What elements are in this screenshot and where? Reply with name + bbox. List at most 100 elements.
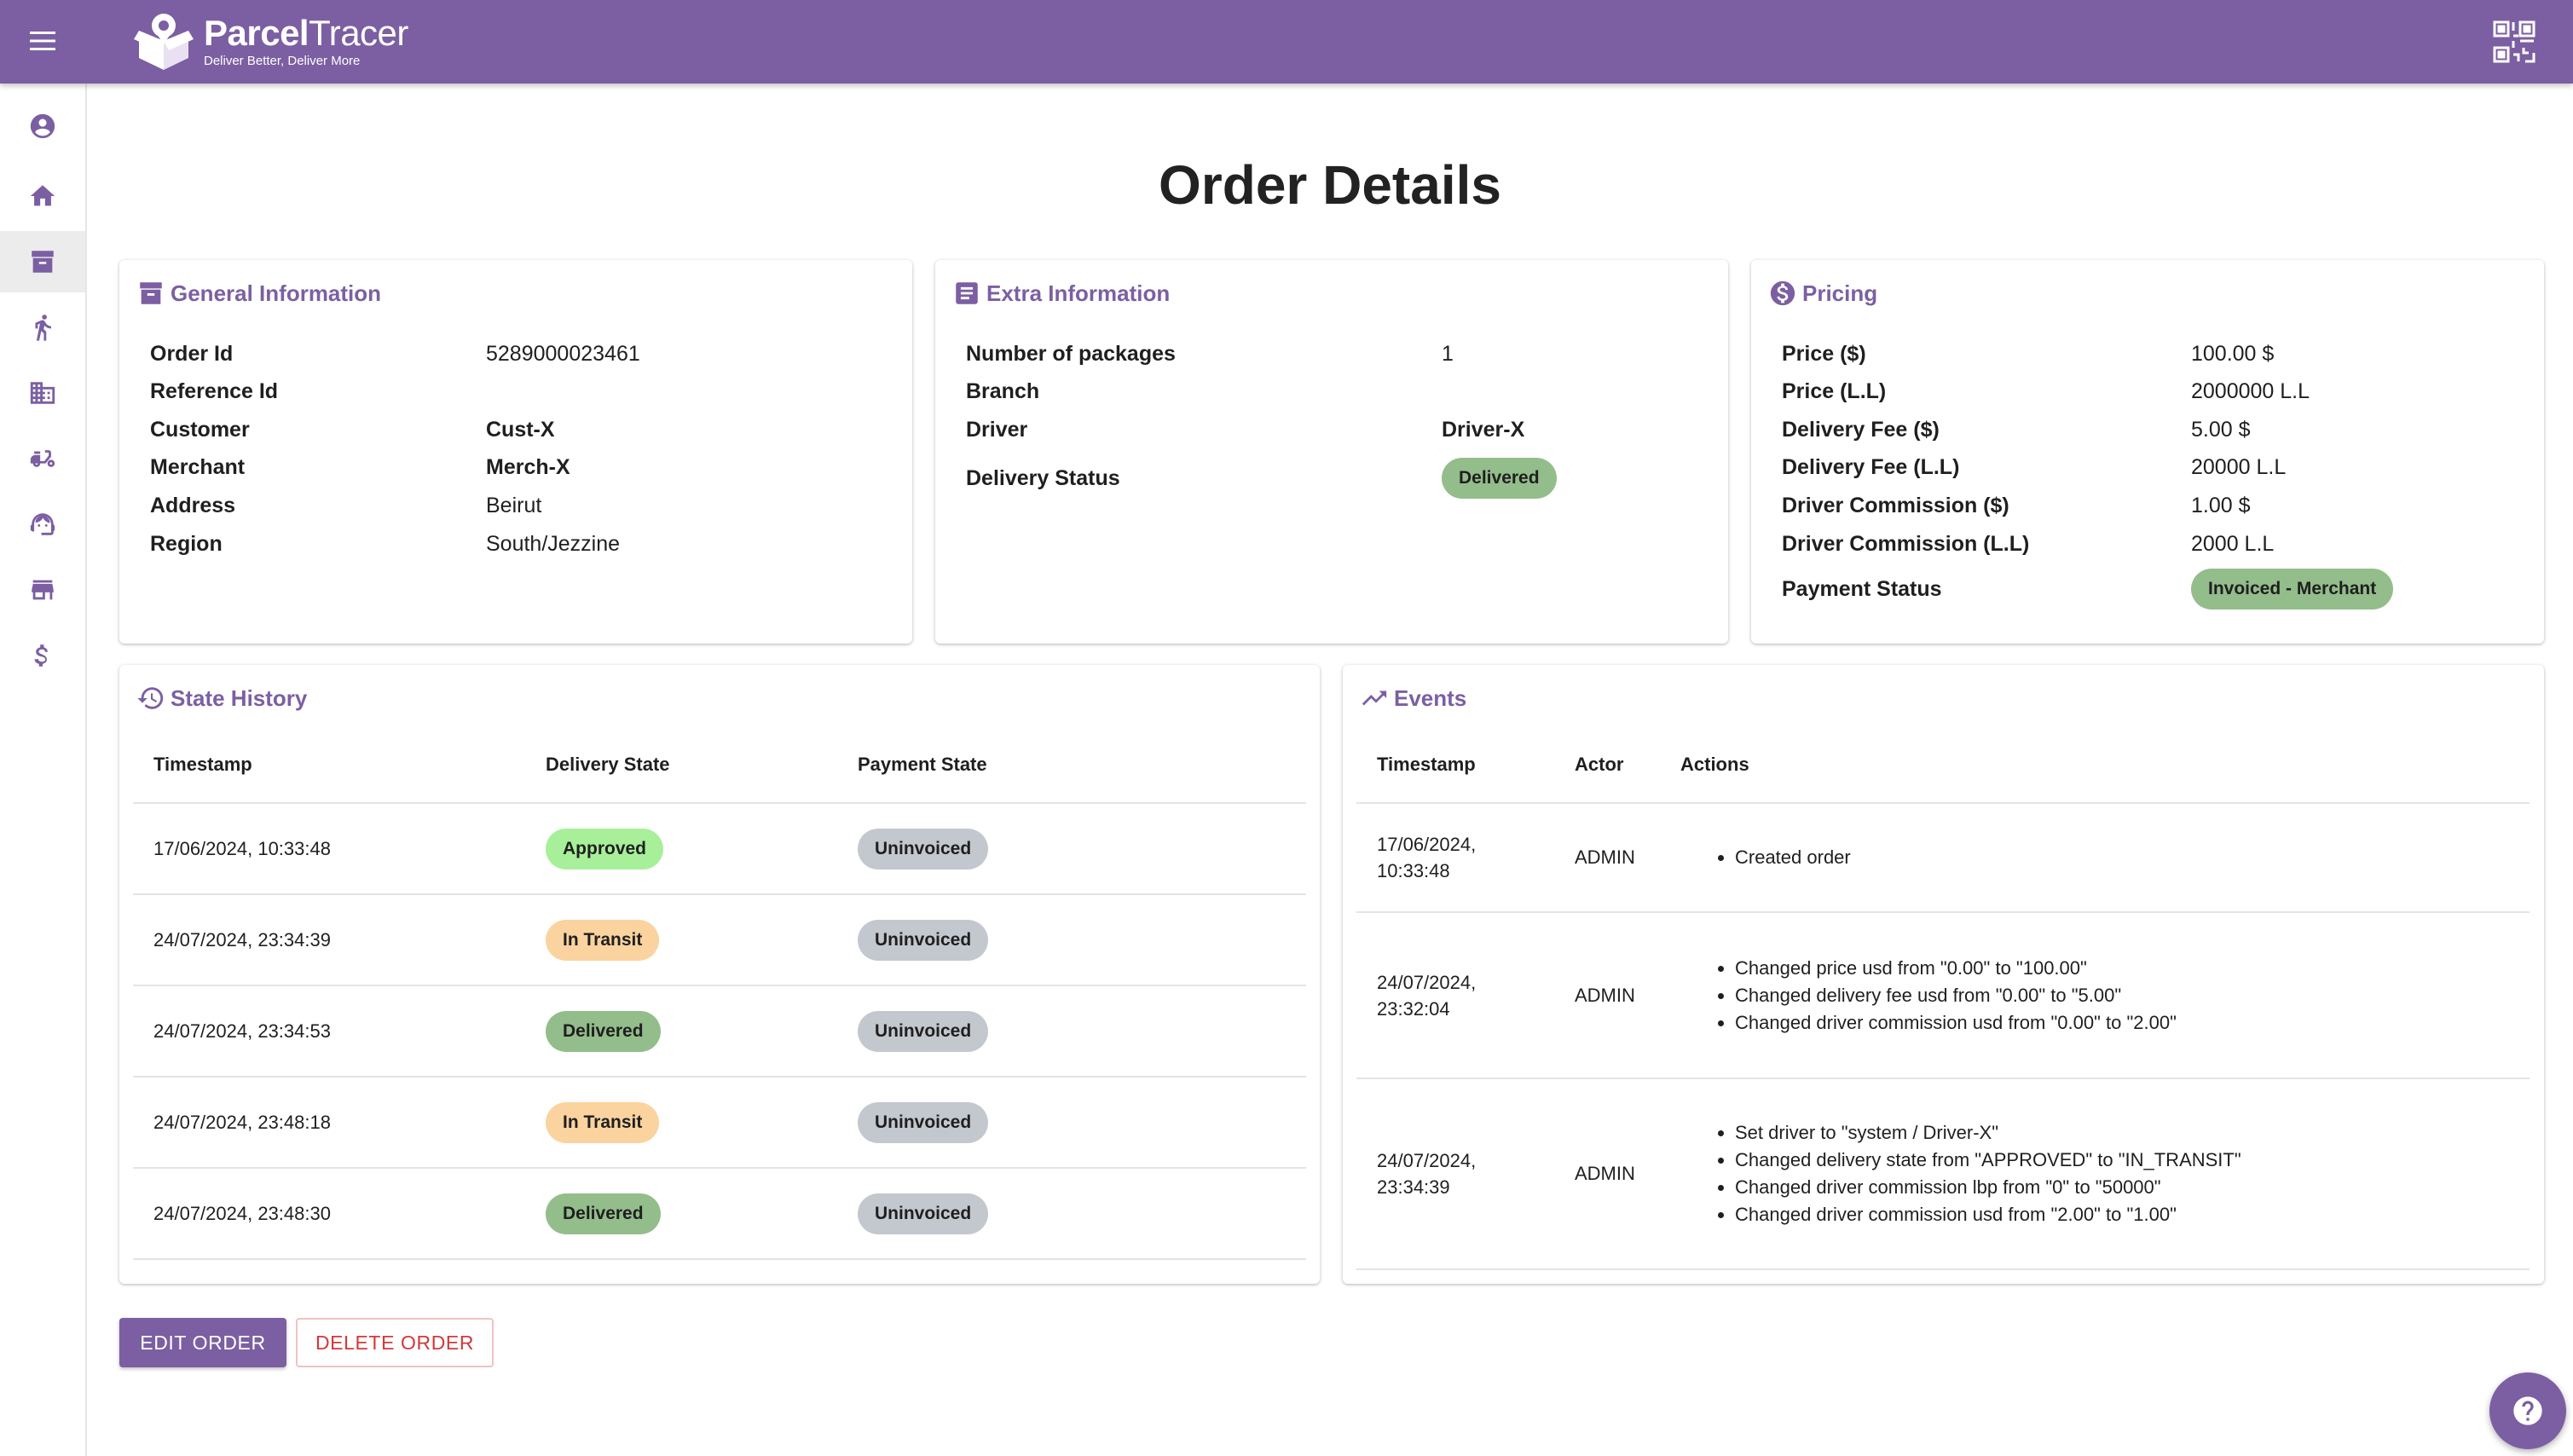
region-label: Region [150, 531, 223, 556]
price-usd-label: Price ($) [1782, 341, 1866, 366]
timestamp-cell: 24/07/2024, 23:34:39 [133, 894, 546, 986]
card-title: Events [1394, 685, 1467, 711]
account-circle-icon [30, 113, 55, 139]
archive-box-icon [32, 251, 54, 273]
actions-list: Changed price usd from "0.00" to "100.00… [1680, 955, 2530, 1037]
dollar-icon [34, 644, 48, 667]
timestamp-cell: 24/07/2024, 23:34:53 [133, 985, 546, 1078]
delivery-state-badge: Delivered [546, 1010, 661, 1052]
customer-value: Cust-X [486, 417, 555, 442]
action-item: Changed delivery state from "APPROVED" t… [1735, 1147, 2530, 1174]
help-icon [2513, 1396, 2542, 1425]
action-item: Created order [1735, 844, 2530, 871]
page-title: Order Details [1159, 154, 1501, 216]
delivery-state-badge: Approved [546, 828, 664, 870]
sidebar-item-businesses[interactable] [0, 362, 85, 424]
description-icon [956, 282, 978, 304]
sidebar-item-finance[interactable] [0, 625, 85, 686]
delivery-fee-lbp-value: 20000 L.L [2191, 454, 2287, 479]
delivery-state-badge: Delivered [546, 1193, 661, 1234]
table-row: 17/06/2024, 10:33:48 Approved Uninvoiced [133, 803, 1306, 895]
archive-box-icon [140, 282, 162, 304]
column-header-timestamp: Timestamp [1356, 726, 1575, 804]
timestamp-cell: 24/07/2024, 23:48:18 [133, 1077, 546, 1169]
menu-icon[interactable] [24, 22, 61, 60]
timestamp-cell: 17/06/2024, 10:33:48 [133, 803, 546, 895]
sidebar-item-drivers[interactable] [0, 297, 85, 358]
action-item: Changed driver commission usd from "2.00… [1735, 1201, 2530, 1228]
pricing-card: Pricing Price ($) 100.00 $ Price (L.L) 2… [1751, 260, 2544, 644]
driver-commission-usd-label: Driver Commission ($) [1782, 493, 2009, 517]
delivery-fee-usd-value: 5.00 $ [2191, 417, 2251, 442]
branch-label: Branch [966, 378, 1040, 403]
table-row: 17/06/2024, 10:33:48 ADMIN Created order [1356, 803, 2530, 913]
timestamp-date: 24/07/2024, [1377, 1150, 1477, 1171]
action-item: Changed driver commission usd from "0.00… [1735, 1009, 2530, 1037]
dollar-circle-icon [1770, 280, 1795, 306]
order-id-value: 5289000023461 [486, 341, 640, 366]
delivery-fee-usd-label: Delivery Fee ($) [1782, 417, 1940, 442]
sidebar-item-orders[interactable] [0, 231, 85, 292]
timestamp-time: 23:34:39 [1377, 1176, 1450, 1198]
driver-label: Driver [966, 417, 1028, 442]
price-usd-value: 100.00 $ [2191, 341, 2275, 366]
delivery-state-badge: In Transit [546, 1101, 660, 1143]
brand-tagline: Deliver Better, Deliver More [204, 54, 361, 68]
card-title: Pricing [1802, 280, 1878, 306]
action-item: Changed driver commission lbp from "0" t… [1735, 1174, 2530, 1201]
qr-scan-icon[interactable] [2491, 19, 2537, 65]
sidebar-nav [0, 84, 87, 1456]
price-lbp-value: 2000000 L.L [2191, 378, 2310, 403]
sidebar-item-vehicles[interactable] [0, 428, 85, 489]
trending-up-icon [1362, 690, 1387, 706]
payment-state-badge: Uninvoiced [858, 1193, 989, 1234]
card-title: State History [171, 685, 308, 711]
action-item: Changed delivery fee usd from "0.00" to … [1735, 982, 2530, 1009]
brand-name-light: Tracer [309, 13, 408, 53]
driver-commission-usd-value: 1.00 $ [2191, 493, 2251, 517]
help-button[interactable] [2489, 1372, 2566, 1449]
state-history-card: State History Timestamp Delivery State P… [119, 665, 1320, 1284]
column-header-payment-state: Payment State [858, 726, 1306, 804]
edit-order-button[interactable]: EDIT ORDER [119, 1318, 286, 1367]
sidebar-item-home[interactable] [0, 165, 85, 227]
timestamp-date: 24/07/2024, [1377, 971, 1477, 993]
payment-state-badge: Uninvoiced [858, 919, 989, 961]
table-row: 24/07/2024, 23:48:30 Delivered Uninvoice… [133, 1168, 1306, 1260]
column-header-actions: Actions [1680, 726, 2530, 804]
payment-state-badge: Uninvoiced [858, 1010, 989, 1052]
packages-label: Number of packages [966, 341, 1176, 366]
delivery-fee-lbp-label: Delivery Fee (L.L) [1782, 454, 1960, 479]
customer-label: Customer [150, 417, 250, 442]
timestamp-date: 17/06/2024, [1377, 834, 1477, 855]
store-icon [32, 580, 54, 600]
delivery-person-icon [35, 315, 51, 341]
column-header-actor: Actor [1575, 726, 1680, 804]
driver-commission-lbp-value: 2000 L.L [2191, 531, 2275, 556]
delete-order-button[interactable]: DELETE ORDER [296, 1318, 494, 1367]
actions-list: Created order [1680, 844, 2530, 871]
sidebar-item-profile[interactable] [0, 95, 85, 157]
delivery-state-badge: In Transit [546, 919, 660, 961]
sidebar-item-stores[interactable] [0, 559, 85, 621]
extra-information-card: Extra Information Number of packages 1 B… [935, 260, 1728, 644]
action-item: Changed price usd from "0.00" to "100.00… [1735, 955, 2530, 982]
column-header-timestamp: Timestamp [133, 726, 546, 804]
sidebar-item-support[interactable] [0, 494, 85, 555]
action-item: Set driver to "system / Driver-X" [1735, 1119, 2530, 1147]
address-label: Address [150, 493, 236, 517]
payment-status-badge: Invoiced - Merchant [2191, 569, 2394, 610]
parcel-box-logo-icon [134, 14, 194, 70]
table-row: 24/07/2024, 23:34:39 In Transit Uninvoic… [133, 894, 1306, 986]
app-logo[interactable]: ParcelTracer Deliver Better, Deliver Mor… [132, 7, 408, 78]
top-app-bar: ParcelTracer Deliver Better, Deliver Mor… [0, 0, 2573, 84]
reference-id-label: Reference Id [150, 378, 279, 403]
timestamp-cell: 24/07/2024, 23:48:30 [133, 1168, 546, 1260]
region-value: South/Jezzine [486, 531, 621, 556]
timestamp-time: 23:32:04 [1377, 997, 1450, 1020]
delivery-status-label: Delivery Status [966, 465, 1120, 490]
actor-cell: ADMIN [1575, 803, 1680, 913]
price-lbp-label: Price (L.L) [1782, 378, 1887, 403]
address-value: Beirut [486, 493, 542, 517]
table-row: 24/07/2024, 23:34:53 Delivered Uninvoice… [133, 985, 1306, 1078]
